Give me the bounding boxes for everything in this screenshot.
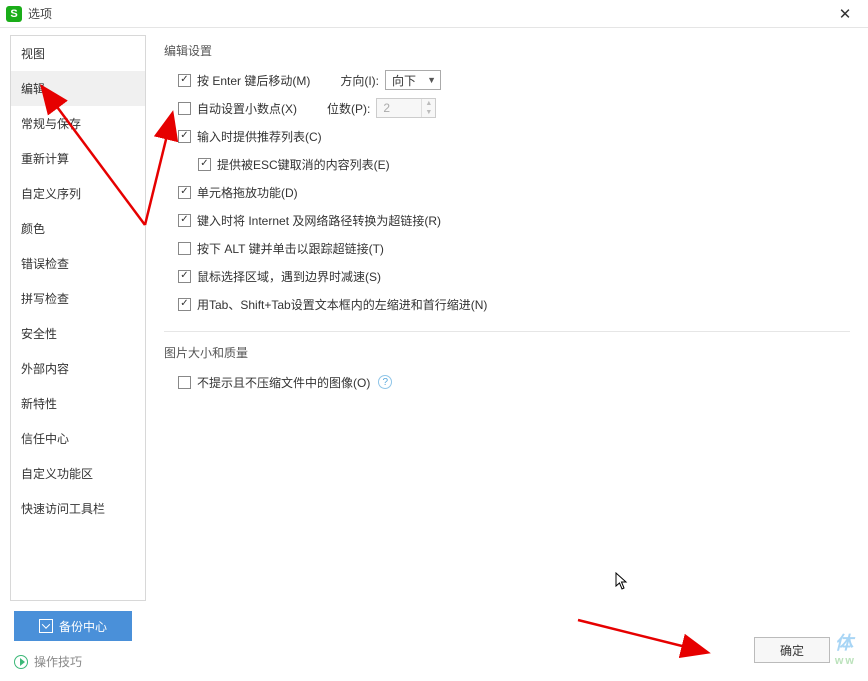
content-panel: 编辑设置 按 Enter 键后移动(M) 方向(I): 向下 ▼ 自动设置小数点… <box>146 28 868 601</box>
checkbox-mouse-select[interactable]: 鼠标选择区域，遇到边界时减速(S) <box>178 268 381 285</box>
sidebar-item-edit[interactable]: 编辑 <box>11 71 145 106</box>
row-drag-zoom: 单元格拖放功能(D) <box>178 181 850 203</box>
checkbox-drag-zoom[interactable]: 单元格拖放功能(D) <box>178 184 298 201</box>
checkbox-no-compress[interactable]: 不提示且不压缩文件中的图像(O) <box>178 374 370 391</box>
checkbox-hyperlink-convert[interactable]: 键入时将 Internet 及网络路径转换为超链接(R) <box>178 212 441 229</box>
checkbox-mouse-select-label: 鼠标选择区域，遇到边界时减速(S) <box>197 268 381 285</box>
row-tab-indent: 用Tab、Shift+Tab设置文本框内的左缩进和首行缩进(N) <box>178 293 850 315</box>
sidebar-item-color[interactable]: 颜色 <box>11 211 145 246</box>
direction-select[interactable]: 向下 ▼ <box>385 70 441 90</box>
checkbox-drag-zoom-label: 单元格拖放功能(D) <box>197 184 298 201</box>
places-label: 位数(P): <box>327 100 370 117</box>
spinner-up-icon[interactable]: ▲ <box>422 99 435 108</box>
main-area: 视图 编辑 常规与保存 重新计算 自定义序列 颜色 错误检查 拼写检查 安全性 … <box>0 28 868 601</box>
sidebar-item-external[interactable]: 外部内容 <box>11 351 145 386</box>
sidebar-item-recalc[interactable]: 重新计算 <box>11 141 145 176</box>
row-enter-move: 按 Enter 键后移动(M) 方向(I): 向下 ▼ <box>178 69 850 91</box>
section-edit-title: 编辑设置 <box>164 42 850 59</box>
sidebar-item-trust-center[interactable]: 信任中心 <box>11 421 145 456</box>
sidebar-item-spell-check[interactable]: 拼写检查 <box>11 281 145 316</box>
sidebar-item-view[interactable]: 视图 <box>11 36 145 71</box>
window-title: 选项 <box>28 5 52 22</box>
sidebar-item-general-save[interactable]: 常规与保存 <box>11 106 145 141</box>
backup-center-button[interactable]: 备份中心 <box>14 611 132 641</box>
places-spinner[interactable]: 2 ▲ ▼ <box>376 98 436 118</box>
row-alt-click: 按下 ALT 键并单击以跟踪超链接(T) <box>178 237 850 259</box>
row-mouse-select: 鼠标选择区域，遇到边界时减速(S) <box>178 265 850 287</box>
spinner-down-icon[interactable]: ▼ <box>422 108 435 117</box>
row-no-compress: 不提示且不压缩文件中的图像(O) ? <box>178 371 850 393</box>
sidebar-item-security[interactable]: 安全性 <box>11 316 145 351</box>
checkbox-hyperlink-convert-label: 键入时将 Internet 及网络路径转换为超链接(R) <box>197 212 441 229</box>
row-recommend-list: 输入时提供推荐列表(C) <box>178 125 850 147</box>
checkbox-enter-move-label: 按 Enter 键后移动(M) <box>197 72 310 89</box>
ok-label: 确定 <box>780 642 804 659</box>
spinner-arrows: ▲ ▼ <box>421 99 435 117</box>
help-icon[interactable]: ? <box>378 375 392 389</box>
checkbox-alt-click-label: 按下 ALT 键并单击以跟踪超链接(T) <box>197 240 384 257</box>
row-hyperlink-convert: 键入时将 Internet 及网络路径转换为超链接(R) <box>178 209 850 231</box>
checkbox-tab-indent[interactable]: 用Tab、Shift+Tab设置文本框内的左缩进和首行缩进(N) <box>178 296 487 313</box>
sidebar-item-error-check[interactable]: 错误检查 <box>11 246 145 281</box>
section-image-title: 图片大小和质量 <box>164 344 850 361</box>
checkbox-recommend-list-label: 输入时提供推荐列表(C) <box>197 128 322 145</box>
places-value: 2 <box>383 101 390 115</box>
watermark: 体 ww <box>835 629 856 667</box>
tips-link[interactable]: 操作技巧 <box>14 653 82 670</box>
direction-label: 方向(I): <box>340 72 379 89</box>
checkbox-esc-list-label: 提供被ESC键取消的内容列表(E) <box>217 156 390 173</box>
direction-value: 向下 <box>392 72 416 89</box>
section-divider <box>164 331 850 332</box>
tips-label: 操作技巧 <box>34 653 82 670</box>
sidebar-item-customize-ribbon[interactable]: 自定义功能区 <box>11 456 145 491</box>
titlebar: S 选项 ✕ <box>0 0 868 28</box>
checkbox-enter-move[interactable]: 按 Enter 键后移动(M) <box>178 72 310 89</box>
close-button[interactable]: ✕ <box>830 4 860 24</box>
checkbox-alt-click[interactable]: 按下 ALT 键并单击以跟踪超链接(T) <box>178 240 384 257</box>
sidebar-item-quick-access[interactable]: 快速访问工具栏 <box>11 491 145 526</box>
row-auto-decimal: 自动设置小数点(X) 位数(P): 2 ▲ ▼ <box>178 97 850 119</box>
sidebar-item-new-features[interactable]: 新特性 <box>11 386 145 421</box>
row-esc-list: 提供被ESC键取消的内容列表(E) <box>198 153 850 175</box>
backup-icon <box>39 619 53 633</box>
sidebar-item-custom-sequence[interactable]: 自定义序列 <box>11 176 145 211</box>
sidebar: 视图 编辑 常规与保存 重新计算 自定义序列 颜色 错误检查 拼写检查 安全性 … <box>10 35 146 601</box>
ok-button[interactable]: 确定 <box>754 637 830 663</box>
app-icon: S <box>6 6 22 22</box>
checkbox-tab-indent-label: 用Tab、Shift+Tab设置文本框内的左缩进和首行缩进(N) <box>197 296 487 313</box>
checkbox-no-compress-label: 不提示且不压缩文件中的图像(O) <box>197 374 370 391</box>
chevron-down-icon: ▼ <box>427 75 436 85</box>
checkbox-recommend-list[interactable]: 输入时提供推荐列表(C) <box>178 128 322 145</box>
backup-label: 备份中心 <box>59 618 107 635</box>
checkbox-esc-list[interactable]: 提供被ESC键取消的内容列表(E) <box>198 156 390 173</box>
play-circle-icon <box>14 655 28 669</box>
checkbox-auto-decimal[interactable]: 自动设置小数点(X) <box>178 100 297 117</box>
footer: 备份中心 操作技巧 确定 体 ww <box>0 603 868 681</box>
checkbox-auto-decimal-label: 自动设置小数点(X) <box>197 100 297 117</box>
